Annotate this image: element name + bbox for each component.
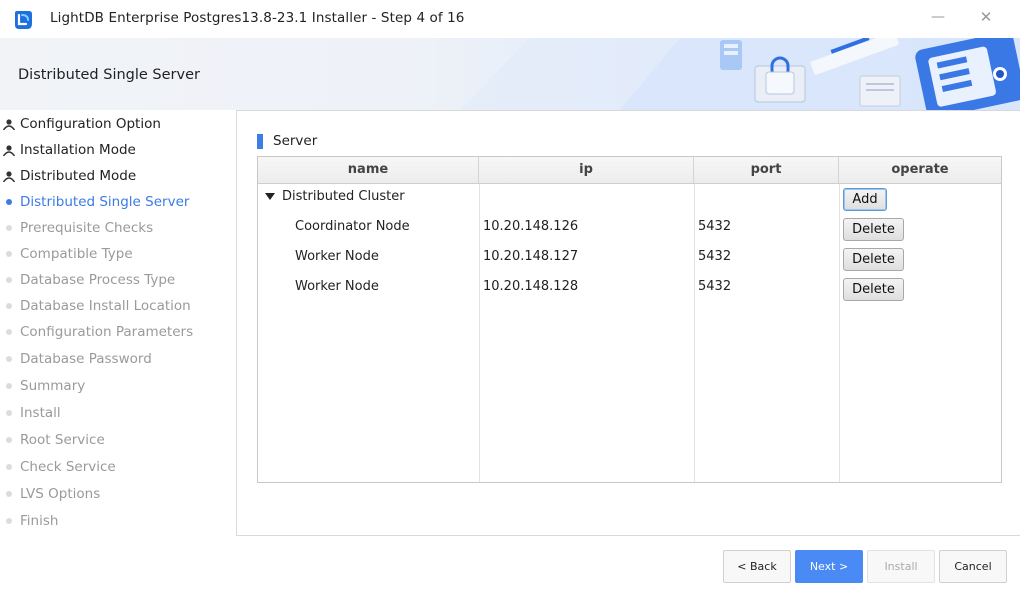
window-title: LightDB Enterprise Postgres13.8-23.1 Ins… — [50, 10, 465, 26]
server-tree-table[interactable]: name ip port operate Distributed Cluster… — [257, 156, 1002, 483]
node-port: 5432 — [698, 219, 732, 234]
node-name: Worker Node — [295, 249, 379, 264]
minimize-button[interactable]: — — [925, 6, 951, 28]
table-row[interactable]: Worker Node 10.20.148.127 5432 Delete — [258, 244, 1001, 274]
step-label: Compatible Type — [20, 246, 133, 262]
tree-expand-icon[interactable] — [265, 193, 275, 200]
step-label: Database Process Type — [20, 272, 176, 288]
node-name: Worker Node — [295, 279, 379, 294]
step-check-service: Check Service — [0, 456, 236, 478]
dot-icon — [3, 353, 15, 365]
table-row[interactable]: Worker Node 10.20.148.128 5432 Delete — [258, 274, 1001, 304]
step-configuration-parameters: Configuration Parameters — [0, 321, 236, 343]
node-port: 5432 — [698, 249, 732, 264]
step-label: Finish — [20, 513, 59, 529]
column-header-name[interactable]: name — [258, 157, 479, 183]
table-row-cluster[interactable]: Distributed Cluster Add — [258, 184, 1001, 214]
step-finish: Finish — [0, 510, 236, 532]
step-install: Install — [0, 402, 236, 424]
step-installation-mode: Installation Mode — [0, 139, 236, 161]
column-header-ip[interactable]: ip — [479, 157, 694, 183]
section-marker — [257, 134, 263, 149]
step-prerequisite-checks: Prerequisite Checks — [0, 217, 236, 239]
step-database-password: Database Password — [0, 348, 236, 370]
dot-icon — [3, 274, 15, 286]
step-label: Installation Mode — [20, 142, 136, 158]
dot-icon — [3, 380, 15, 392]
close-button[interactable]: ✕ — [973, 6, 999, 28]
user-icon — [3, 171, 15, 182]
dot-icon — [3, 515, 15, 527]
step-database-process-type: Database Process Type — [0, 269, 236, 291]
step-label: Configuration Parameters — [20, 324, 194, 340]
dot-icon — [3, 434, 15, 446]
dot-icon — [3, 222, 15, 234]
step-label: Configuration Option — [20, 116, 161, 132]
step-distributed-mode: Distributed Mode — [0, 165, 236, 187]
lightdb-logo-icon — [15, 11, 32, 29]
header-banner: Distributed Single Server — [0, 38, 1020, 110]
column-header-operate[interactable]: operate — [839, 157, 1001, 183]
step-label: Install — [20, 405, 61, 421]
dot-icon — [3, 300, 15, 312]
node-port: 5432 — [698, 279, 732, 294]
node-ip: 10.20.148.128 — [483, 279, 579, 294]
cluster-name: Distributed Cluster — [282, 189, 405, 204]
step-label: Prerequisite Checks — [20, 220, 154, 236]
next-button[interactable]: Next > — [795, 550, 863, 583]
step-label: Check Service — [20, 459, 116, 475]
node-ip: 10.20.148.127 — [483, 249, 579, 264]
dot-icon — [3, 196, 15, 208]
page-title: Distributed Single Server — [18, 67, 200, 83]
column-header-port[interactable]: port — [694, 157, 839, 183]
table-header: name ip port operate — [258, 157, 1001, 184]
delete-node-button[interactable]: Delete — [843, 218, 904, 241]
node-ip: 10.20.148.126 — [483, 219, 579, 234]
step-label: LVS Options — [20, 486, 101, 502]
cancel-button[interactable]: Cancel — [939, 550, 1007, 583]
step-label: Database Password — [20, 351, 152, 367]
content-panel: Server name ip port operate Distributed … — [236, 110, 1020, 536]
back-button[interactable]: < Back — [723, 550, 791, 583]
step-label: Database Install Location — [20, 298, 191, 314]
user-icon — [3, 145, 15, 156]
delete-node-button[interactable]: Delete — [843, 248, 904, 271]
dot-icon — [3, 407, 15, 419]
step-root-service: Root Service — [0, 429, 236, 451]
table-row[interactable]: Coordinator Node 10.20.148.126 5432 Dele… — [258, 214, 1001, 244]
step-sidebar: Configuration Option Installation Mode D… — [0, 110, 236, 536]
step-label: Root Service — [20, 432, 105, 448]
step-compatible-type: Compatible Type — [0, 243, 236, 265]
step-summary: Summary — [0, 375, 236, 397]
footer-bar: < Back Next > Install Cancel — [0, 536, 1020, 596]
install-button: Install — [867, 550, 935, 583]
step-lvs-options: LVS Options — [0, 483, 236, 505]
step-label: Distributed Mode — [20, 168, 137, 184]
dot-icon — [3, 326, 15, 338]
add-node-button[interactable]: Add — [843, 188, 887, 211]
section-title: Server — [273, 133, 318, 149]
step-distributed-single-server: Distributed Single Server — [0, 191, 236, 213]
step-label: Distributed Single Server — [20, 194, 190, 210]
step-database-install-location: Database Install Location — [0, 295, 236, 317]
title-bar: LightDB Enterprise Postgres13.8-23.1 Ins… — [0, 0, 1020, 38]
dot-icon — [3, 248, 15, 260]
user-icon — [3, 119, 15, 130]
dot-icon — [3, 461, 15, 473]
banner-illustration — [460, 38, 1020, 110]
step-label: Summary — [20, 378, 86, 394]
delete-node-button[interactable]: Delete — [843, 278, 904, 301]
node-name: Coordinator Node — [295, 219, 410, 234]
dot-icon — [3, 488, 15, 500]
step-configuration-option: Configuration Option — [0, 113, 236, 135]
